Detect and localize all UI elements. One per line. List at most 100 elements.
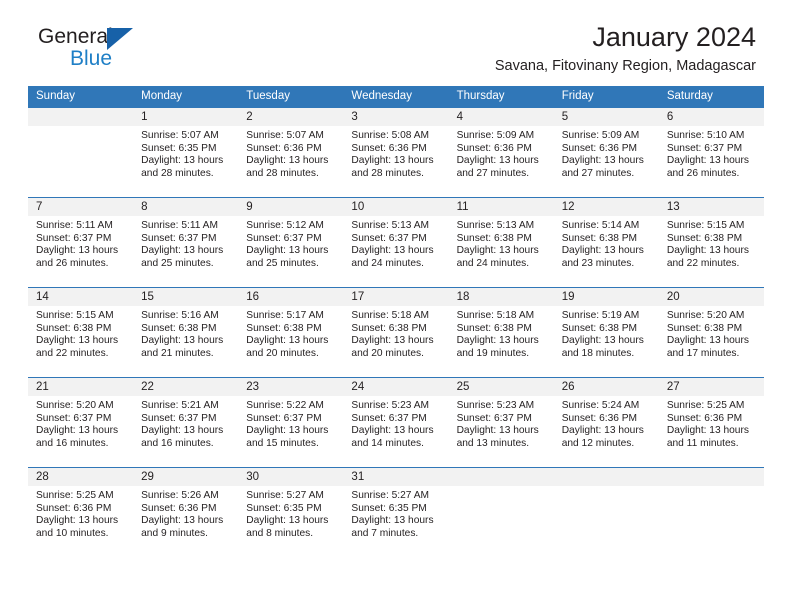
sunset-time: Sunset: 6:37 PM bbox=[666, 142, 743, 154]
day-details: Sunrise: 5:25 AM Sunset: 6:36 PM Daylight:… bbox=[659, 396, 764, 450]
day-number: 1 bbox=[133, 108, 239, 126]
page-title: January 2024 bbox=[592, 22, 756, 52]
calendar-day-cell[interactable]: 10 Sunrise: 5:13 AM Sunset: 6:37 PM Dayligh… bbox=[343, 198, 449, 288]
day-details: Sunrise: 5:20 AM Sunset: 6:37 PM Daylight:… bbox=[28, 396, 133, 450]
day-details: Sunrise: 5:07 AM Sunset: 6:36 PM Daylight:… bbox=[238, 126, 343, 180]
sunset-time: Sunset: 6:36 PM bbox=[561, 412, 638, 424]
day-details: Sunrise: 5:17 AM Sunset: 6:38 PM Daylight:… bbox=[238, 306, 343, 360]
calendar-day-cell[interactable]: 18 Sunrise: 5:18 AM Sunset: 6:38 PM Dayligh… bbox=[448, 288, 554, 378]
day-details: Sunrise: 5:21 AM Sunset: 6:37 PM Daylight:… bbox=[133, 396, 238, 450]
daylight-duration-line2: and 16 minutes. bbox=[36, 437, 109, 449]
daylight-duration-line1: Daylight: 13 hours bbox=[141, 425, 224, 437]
sunrise-time: Sunrise: 5:24 AM bbox=[561, 400, 640, 411]
sunset-time: Sunset: 6:38 PM bbox=[666, 322, 743, 334]
sunset-time: Sunset: 6:38 PM bbox=[351, 322, 427, 334]
calendar-day-cell[interactable]: 27 Sunrise: 5:25 AM Sunset: 6:36 PM Dayligh… bbox=[658, 378, 764, 468]
day-number: 5 bbox=[553, 108, 659, 126]
calendar-day-cell[interactable]: 5 Sunrise: 5:09 AM Sunset: 6:36 PM Daylight… bbox=[553, 108, 659, 198]
sunrise-time: Sunrise: 5:15 AM bbox=[666, 220, 745, 231]
calendar-day-cell[interactable]: 1 Sunrise: 5:07 AM Sunset: 6:35 PM Daylight… bbox=[133, 108, 239, 198]
daylight-duration-line1: Daylight: 13 hours bbox=[246, 515, 329, 527]
calendar-day-cell[interactable]: 6 Sunrise: 5:10 AM Sunset: 6:37 PM Daylight… bbox=[658, 108, 764, 198]
calendar-day-cell[interactable]: 29 Sunrise: 5:26 AM Sunset: 6:36 PM Dayligh… bbox=[133, 468, 239, 558]
sunrise-time: Sunrise: 5:07 AM bbox=[246, 130, 324, 141]
daylight-duration-line1: Daylight: 13 hours bbox=[666, 245, 749, 257]
daylight-duration-line2: and 22 minutes. bbox=[36, 347, 109, 359]
weekday-header-monday: Monday bbox=[133, 86, 239, 108]
day-details: Sunrise: 5:25 AM Sunset: 6:36 PM Daylight:… bbox=[28, 486, 133, 540]
calendar-day-cell[interactable]: 21 Sunrise: 5:20 AM Sunset: 6:37 PM Dayligh… bbox=[28, 378, 134, 468]
day-details: Sunrise: 5:24 AM Sunset: 6:36 PM Daylight:… bbox=[554, 396, 659, 450]
calendar-day-cell[interactable]: 2 Sunrise: 5:07 AM Sunset: 6:36 PM Daylight… bbox=[238, 108, 344, 198]
day-number: 17 bbox=[343, 288, 449, 306]
sunset-time: Sunset: 6:38 PM bbox=[36, 322, 112, 334]
sunset-time: Sunset: 6:35 PM bbox=[141, 142, 217, 154]
sunset-time: Sunset: 6:36 PM bbox=[456, 142, 532, 154]
sunrise-time: Sunrise: 5:09 AM bbox=[561, 130, 640, 141]
day-number: 7 bbox=[28, 198, 134, 216]
daylight-duration-line1: Daylight: 13 hours bbox=[456, 335, 539, 347]
day-number: 21 bbox=[28, 378, 134, 396]
calendar-cell-empty bbox=[553, 468, 659, 558]
sunset-time: Sunset: 6:36 PM bbox=[666, 412, 743, 424]
calendar-day-cell[interactable]: 26 Sunrise: 5:24 AM Sunset: 6:36 PM Dayligh… bbox=[553, 378, 659, 468]
calendar-day-cell[interactable]: 30 Sunrise: 5:27 AM Sunset: 6:35 PM Dayligh… bbox=[238, 468, 344, 558]
day-details: Sunrise: 5:10 AM Sunset: 6:37 PM Daylight:… bbox=[659, 126, 764, 180]
calendar-day-cell[interactable]: 8 Sunrise: 5:11 AM Sunset: 6:37 PM Daylight… bbox=[133, 198, 239, 288]
day-number: 29 bbox=[133, 468, 239, 486]
daylight-duration-line1: Daylight: 13 hours bbox=[666, 335, 749, 347]
calendar-day-cell[interactable]: 4 Sunrise: 5:09 AM Sunset: 6:36 PM Daylight… bbox=[448, 108, 554, 198]
daylight-duration-line2: and 9 minutes. bbox=[141, 527, 208, 539]
calendar-day-cell[interactable]: 16 Sunrise: 5:17 AM Sunset: 6:38 PM Dayligh… bbox=[238, 288, 344, 378]
calendar-week-row: 28 Sunrise: 5:25 AM Sunset: 6:36 PM Dayligh… bbox=[28, 467, 764, 558]
calendar-day-cell[interactable]: 20 Sunrise: 5:20 AM Sunset: 6:38 PM Dayligh… bbox=[658, 288, 764, 378]
daylight-duration-line2: and 19 minutes. bbox=[456, 347, 530, 359]
daylight-duration-line2: and 8 minutes. bbox=[246, 527, 314, 539]
daylight-duration-line1: Daylight: 13 hours bbox=[141, 155, 224, 167]
calendar-day-cell[interactable]: 15 Sunrise: 5:16 AM Sunset: 6:38 PM Dayligh… bbox=[133, 288, 239, 378]
calendar-day-cell[interactable]: 31 Sunrise: 5:27 AM Sunset: 6:35 PM Dayligh… bbox=[343, 468, 449, 558]
daylight-duration-line2: and 16 minutes. bbox=[141, 437, 214, 449]
day-details: Sunrise: 5:15 AM Sunset: 6:38 PM Daylight:… bbox=[659, 216, 764, 270]
sunset-time: Sunset: 6:35 PM bbox=[246, 502, 322, 514]
sunset-time: Sunset: 6:38 PM bbox=[246, 322, 322, 334]
calendar-day-cell[interactable]: 25 Sunrise: 5:23 AM Sunset: 6:37 PM Dayligh… bbox=[448, 378, 554, 468]
calendar-day-cell[interactable]: 7 Sunrise: 5:11 AM Sunset: 6:37 PM Daylight… bbox=[28, 198, 134, 288]
daylight-duration-line1: Daylight: 13 hours bbox=[351, 335, 434, 347]
sunset-time: Sunset: 6:37 PM bbox=[141, 232, 217, 244]
daylight-duration-line1: Daylight: 13 hours bbox=[36, 335, 119, 347]
daylight-duration-line2: and 24 minutes. bbox=[351, 257, 424, 269]
calendar-day-cell[interactable]: 17 Sunrise: 5:18 AM Sunset: 6:38 PM Dayligh… bbox=[343, 288, 449, 378]
calendar-day-cell[interactable]: 11 Sunrise: 5:13 AM Sunset: 6:38 PM Dayligh… bbox=[448, 198, 554, 288]
sunrise-time: Sunrise: 5:08 AM bbox=[351, 130, 430, 141]
sunset-time: Sunset: 6:36 PM bbox=[36, 502, 112, 514]
sunrise-time: Sunrise: 5:21 AM bbox=[141, 400, 219, 411]
calendar-day-cell[interactable]: 13 Sunrise: 5:15 AM Sunset: 6:38 PM Dayligh… bbox=[658, 198, 764, 288]
day-number: 15 bbox=[133, 288, 239, 306]
day-details: Sunrise: 5:22 AM Sunset: 6:37 PM Daylight:… bbox=[238, 396, 343, 450]
calendar-day-cell[interactable]: 19 Sunrise: 5:19 AM Sunset: 6:38 PM Dayligh… bbox=[553, 288, 659, 378]
day-number: 6 bbox=[658, 108, 764, 126]
calendar-day-cell[interactable]: 22 Sunrise: 5:21 AM Sunset: 6:37 PM Dayligh… bbox=[133, 378, 239, 468]
daylight-duration-line1: Daylight: 13 hours bbox=[561, 155, 644, 167]
sunrise-time: Sunrise: 5:09 AM bbox=[456, 130, 535, 141]
calendar-day-cell[interactable]: 14 Sunrise: 5:15 AM Sunset: 6:38 PM Dayligh… bbox=[28, 288, 134, 378]
day-number bbox=[28, 108, 134, 126]
day-number: 27 bbox=[658, 378, 764, 396]
daylight-duration-line2: and 28 minutes. bbox=[141, 167, 214, 179]
calendar-day-cell[interactable]: 23 Sunrise: 5:22 AM Sunset: 6:37 PM Dayligh… bbox=[238, 378, 344, 468]
sunset-time: Sunset: 6:35 PM bbox=[351, 502, 427, 514]
calendar-day-cell[interactable]: 12 Sunrise: 5:14 AM Sunset: 6:38 PM Dayligh… bbox=[553, 198, 659, 288]
daylight-duration-line1: Daylight: 13 hours bbox=[246, 335, 329, 347]
weekday-header-saturday: Saturday bbox=[658, 86, 764, 108]
calendar-day-cell[interactable]: 24 Sunrise: 5:23 AM Sunset: 6:37 PM Dayligh… bbox=[343, 378, 449, 468]
day-details: Sunrise: 5:20 AM Sunset: 6:38 PM Daylight:… bbox=[659, 306, 764, 360]
general-blue-logo[interactable]: General Blue bbox=[38, 26, 258, 78]
calendar-day-cell[interactable]: 28 Sunrise: 5:25 AM Sunset: 6:36 PM Dayligh… bbox=[28, 468, 134, 558]
calendar-day-cell[interactable]: 3 Sunrise: 5:08 AM Sunset: 6:36 PM Daylight… bbox=[343, 108, 449, 198]
day-details: Sunrise: 5:27 AM Sunset: 6:35 PM Daylight:… bbox=[238, 486, 343, 540]
calendar-day-cell[interactable]: 9 Sunrise: 5:12 AM Sunset: 6:37 PM Daylight… bbox=[238, 198, 344, 288]
day-details: Sunrise: 5:12 AM Sunset: 6:37 PM Daylight:… bbox=[238, 216, 343, 270]
weekday-header-tuesday: Tuesday bbox=[238, 86, 344, 108]
sunrise-time: Sunrise: 5:15 AM bbox=[36, 310, 114, 321]
